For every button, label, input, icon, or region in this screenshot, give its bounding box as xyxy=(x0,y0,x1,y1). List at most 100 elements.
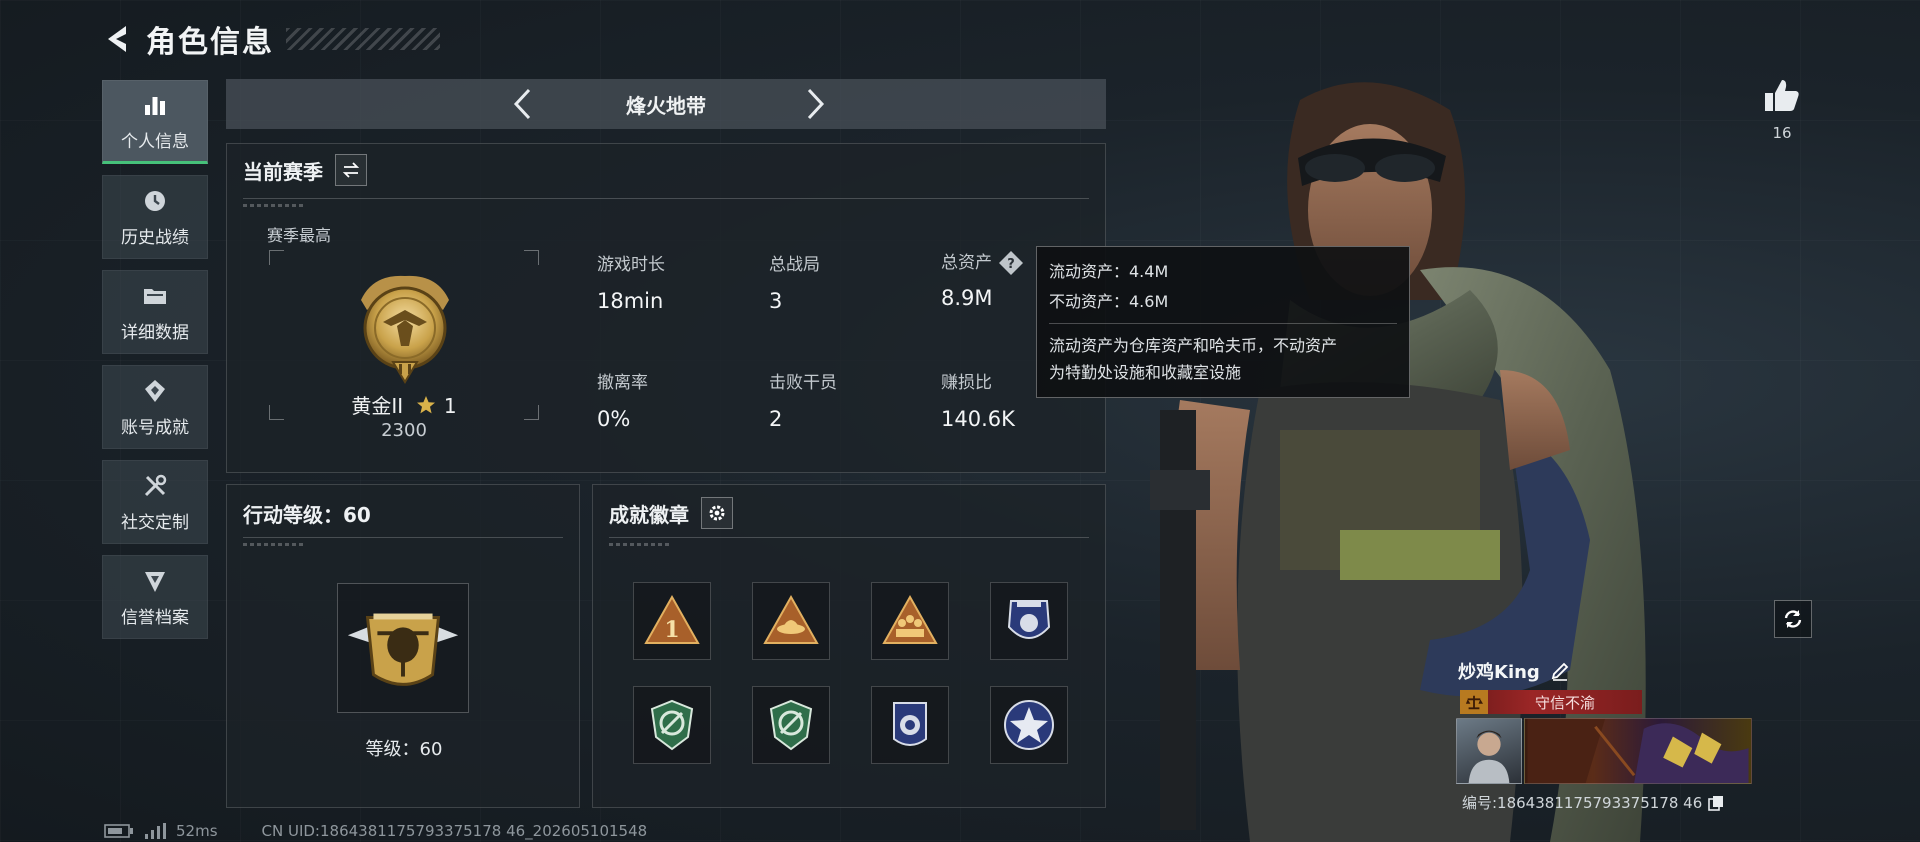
police-badge-blue-icon xyxy=(893,702,927,746)
achievement-icon xyxy=(145,379,165,402)
tooltip-note-line2: 为特勤处设施和收藏室设施 xyxy=(1049,363,1242,382)
police-badge-icon xyxy=(1007,600,1051,639)
badge-slot[interactable] xyxy=(752,686,830,764)
badge-slot[interactable] xyxy=(990,686,1068,764)
edit-pencil-icon[interactable] xyxy=(1550,661,1570,681)
stat-label: 游戏时长 xyxy=(597,255,665,275)
chevron-right-icon[interactable] xyxy=(796,86,832,122)
assets-tooltip: 流动资产：4.4M 不动资产：4.6M 流动资产为仓库资产和哈夫币，不动资产 为… xyxy=(1036,246,1410,398)
badge-slot[interactable] xyxy=(752,582,830,660)
sidebar-item-label: 历史战绩 xyxy=(121,227,189,248)
badge-slot[interactable] xyxy=(633,686,711,764)
like-count: 16 xyxy=(1772,124,1792,142)
divider xyxy=(1049,323,1397,324)
sidebar-item-social-custom[interactable]: 社交定制 xyxy=(102,460,208,544)
sidebar-item-label: 个人信息 xyxy=(121,131,189,152)
gold-rank-emblem-icon xyxy=(361,275,449,384)
season-panel-header: 当前赛季 xyxy=(243,154,367,186)
shield-icon xyxy=(145,571,165,592)
scale-icon xyxy=(1465,695,1483,710)
bar-chart-icon xyxy=(145,96,165,115)
stat-value: 0% xyxy=(597,407,631,431)
player-uid: 编号:1864381175793375178 46 xyxy=(1462,794,1703,812)
copy-icon[interactable] xyxy=(1708,795,1724,811)
badge-slot[interactable] xyxy=(871,686,949,764)
stat-label: 赚损比 xyxy=(941,373,992,393)
stat-label: 撤离率 xyxy=(597,373,648,393)
sidebar: 个人信息 历史战绩 详细数据 账号成就 社交定制 信誉档案 xyxy=(102,80,210,650)
rank-stars: 1 xyxy=(443,394,457,418)
thumbs-up-icon[interactable] xyxy=(1762,76,1802,116)
sidebar-item-label: 详细数据 xyxy=(121,322,189,343)
clock-icon xyxy=(145,190,165,211)
divider-decoration xyxy=(609,543,669,546)
title-emblem-icon xyxy=(1460,690,1488,714)
triangle-badge-hat-icon xyxy=(763,594,819,644)
stat-value: 18min xyxy=(597,289,664,313)
avatar[interactable] xyxy=(1456,718,1522,784)
switch-season-button[interactable] xyxy=(335,154,367,186)
footer-uid: CN UID:1864381175793375178 46_2026051015… xyxy=(261,822,648,840)
triangle-badge-squad-icon xyxy=(882,594,938,644)
divider-decoration xyxy=(243,543,303,546)
tooltip-fixed-assets: 不动资产：4.6M xyxy=(1049,292,1169,311)
chevron-left-icon[interactable] xyxy=(506,86,542,122)
gear-icon xyxy=(709,505,725,521)
season-title: 当前赛季 xyxy=(243,159,323,184)
like-widget[interactable]: 16 xyxy=(1760,76,1804,142)
achievement-badge-panel: 成就徽章 1 xyxy=(592,484,1106,808)
helicopter-level-emblem-icon xyxy=(347,613,459,686)
tools-icon xyxy=(144,474,167,496)
ping-value: 52ms xyxy=(176,822,218,840)
sidebar-item-detailed-data[interactable]: 详细数据 xyxy=(102,270,208,354)
green-shield-badge-icon xyxy=(769,699,813,751)
stat-label: 总资产? xyxy=(941,248,1024,276)
stat-value: 2 xyxy=(769,407,783,431)
green-shield-badge-icon xyxy=(650,699,694,751)
battery-icon xyxy=(104,824,133,838)
mode-title: 烽火地带 xyxy=(626,93,706,118)
stat-play-time: 游戏时长 18min xyxy=(597,250,665,313)
back-arrow-icon[interactable] xyxy=(100,22,134,56)
refresh-button[interactable] xyxy=(1774,600,1812,638)
stat-profit-ratio: 赚损比 140.6K xyxy=(941,368,1015,431)
stat-total-matches: 总战局 3 xyxy=(769,250,820,313)
mode-selector: 烽火地带 xyxy=(226,79,1106,129)
svg-text:1: 1 xyxy=(664,617,679,643)
stat-label: 击败干员 xyxy=(769,373,837,393)
refresh-icon xyxy=(1784,610,1802,628)
stat-label-text: 总资产 xyxy=(941,253,992,273)
help-icon[interactable]: ? xyxy=(998,250,1024,276)
player-title-bar: 守信不渝 xyxy=(1460,690,1642,714)
name-card-art xyxy=(1527,719,1749,783)
badge-slot[interactable] xyxy=(871,582,949,660)
sidebar-item-reputation[interactable]: 信誉档案 xyxy=(102,555,208,639)
level-panel-header: 行动等级：60 xyxy=(243,499,371,528)
level-text: 等级：60 xyxy=(365,739,443,760)
tooltip-note-line1: 流动资产为仓库资产和哈夫币，不动资产 xyxy=(1049,336,1338,355)
sidebar-item-personal-info[interactable]: 个人信息 xyxy=(102,80,208,164)
player-uid-row: 编号:1864381175793375178 46 xyxy=(1462,792,1724,813)
star-icon xyxy=(416,396,435,414)
sidebar-item-achievements[interactable]: 账号成就 xyxy=(102,365,208,449)
rank-score: 2300 xyxy=(381,420,427,441)
header: 角色信息 xyxy=(100,18,274,60)
status-footer: 52ms CN UID:1864381175793375178 46_20260… xyxy=(104,822,647,840)
swap-icon xyxy=(342,162,360,178)
badge-panel-header: 成就徽章 xyxy=(609,497,733,529)
stat-value: 8.9M xyxy=(941,286,993,310)
badge-title: 成就徽章 xyxy=(609,502,689,527)
season-best-caption: 赛季最高 xyxy=(267,226,332,245)
folder-icon xyxy=(144,288,166,304)
badge-slot[interactable]: 1 xyxy=(633,582,711,660)
badge-settings-button[interactable] xyxy=(701,497,733,529)
star-badge-icon xyxy=(1004,700,1054,750)
sidebar-item-label: 社交定制 xyxy=(121,512,189,533)
name-card-banner xyxy=(1524,718,1752,784)
sidebar-item-match-history[interactable]: 历史战绩 xyxy=(102,175,208,259)
tooltip-liquid-assets: 流动资产：4.4M xyxy=(1049,262,1169,281)
rank-name: 黄金II 1 xyxy=(269,390,539,419)
title-decoration xyxy=(286,28,440,50)
divider xyxy=(243,198,1089,199)
badge-slot[interactable] xyxy=(990,582,1068,660)
